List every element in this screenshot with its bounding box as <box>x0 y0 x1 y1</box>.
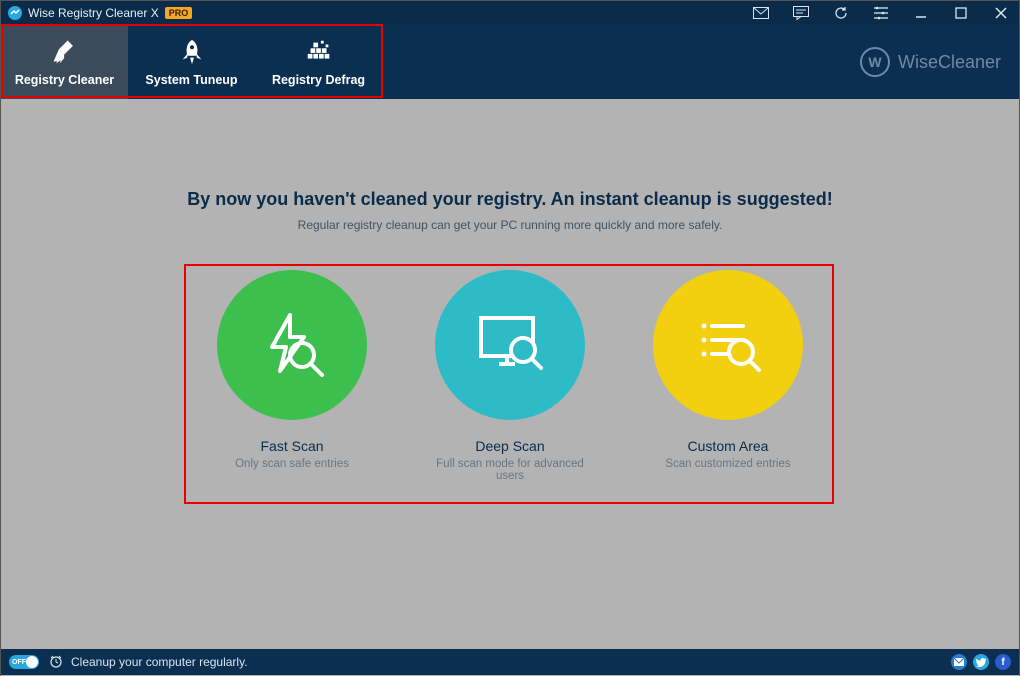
social-links: f <box>951 654 1011 670</box>
tab-label: System Tuneup <box>145 73 237 87</box>
blocks-icon <box>304 37 334 67</box>
app-window: Wise Registry Cleaner X PRO <box>0 0 1020 676</box>
maximize-button[interactable] <box>953 5 969 21</box>
headline-title: By now you haven't cleaned your registry… <box>1 189 1019 210</box>
close-button[interactable] <box>993 5 1009 21</box>
brand-text: WiseCleaner <box>898 52 1001 73</box>
toggle-label: OFF <box>12 659 26 666</box>
feedback-icon[interactable] <box>793 5 809 21</box>
tab-label: Registry Defrag <box>272 73 365 87</box>
clock-icon <box>49 654 63 671</box>
social-mail-icon[interactable] <box>951 654 967 670</box>
status-message: Cleanup your computer regularly. <box>71 655 248 669</box>
card-subtitle: Only scan safe entries <box>235 458 349 470</box>
card-title: Deep Scan <box>475 438 544 454</box>
custom-area-circle <box>653 270 803 420</box>
deep-scan-circle <box>435 270 585 420</box>
tab-label: Registry Cleaner <box>15 73 114 87</box>
tab-registry-defrag[interactable]: Registry Defrag <box>255 25 382 99</box>
deep-scan-button[interactable]: Deep Scan Full scan mode for advanced us… <box>410 270 610 504</box>
title-actions <box>753 5 1013 21</box>
mail-icon[interactable] <box>753 5 769 21</box>
headline: By now you haven't cleaned your registry… <box>1 189 1019 232</box>
rocket-icon <box>177 37 207 67</box>
brand-logo-icon: W <box>860 47 890 77</box>
refresh-icon[interactable] <box>833 5 849 21</box>
scan-options: Fast Scan Only scan safe entries Deep Sc… <box>192 270 828 504</box>
menu-icon[interactable] <box>873 5 889 21</box>
fast-scan-circle <box>217 270 367 420</box>
card-title: Fast Scan <box>260 438 323 454</box>
minimize-button[interactable] <box>913 5 929 21</box>
card-subtitle: Scan customized entries <box>665 458 790 470</box>
nav-bar: Registry Cleaner System Tuneup <box>1 25 1019 99</box>
title-bar: Wise Registry Cleaner X PRO <box>1 1 1019 25</box>
social-twitter-icon[interactable] <box>973 654 989 670</box>
fast-scan-button[interactable]: Fast Scan Only scan safe entries <box>192 270 392 504</box>
status-bar: OFF Cleanup your computer regularly. f <box>1 649 1019 675</box>
bolt-search-icon <box>252 305 332 385</box>
monitor-search-icon <box>467 302 553 388</box>
broom-icon <box>50 37 80 67</box>
schedule-toggle[interactable]: OFF <box>9 655 39 669</box>
brand: W WiseCleaner <box>860 25 1019 99</box>
app-icon <box>7 5 23 21</box>
tab-system-tuneup[interactable]: System Tuneup <box>128 25 255 99</box>
content-area: By now you haven't cleaned your registry… <box>1 189 1019 676</box>
tab-registry-cleaner[interactable]: Registry Cleaner <box>1 25 128 99</box>
list-search-icon <box>685 302 771 388</box>
custom-area-button[interactable]: Custom Area Scan customized entries <box>628 270 828 504</box>
app-title: Wise Registry Cleaner X <box>28 6 159 20</box>
headline-subtitle: Regular registry cleanup can get your PC… <box>1 218 1019 232</box>
card-title: Custom Area <box>688 438 769 454</box>
card-subtitle: Full scan mode for advanced users <box>425 458 595 482</box>
pro-badge: PRO <box>165 7 193 19</box>
social-facebook-icon[interactable]: f <box>995 654 1011 670</box>
